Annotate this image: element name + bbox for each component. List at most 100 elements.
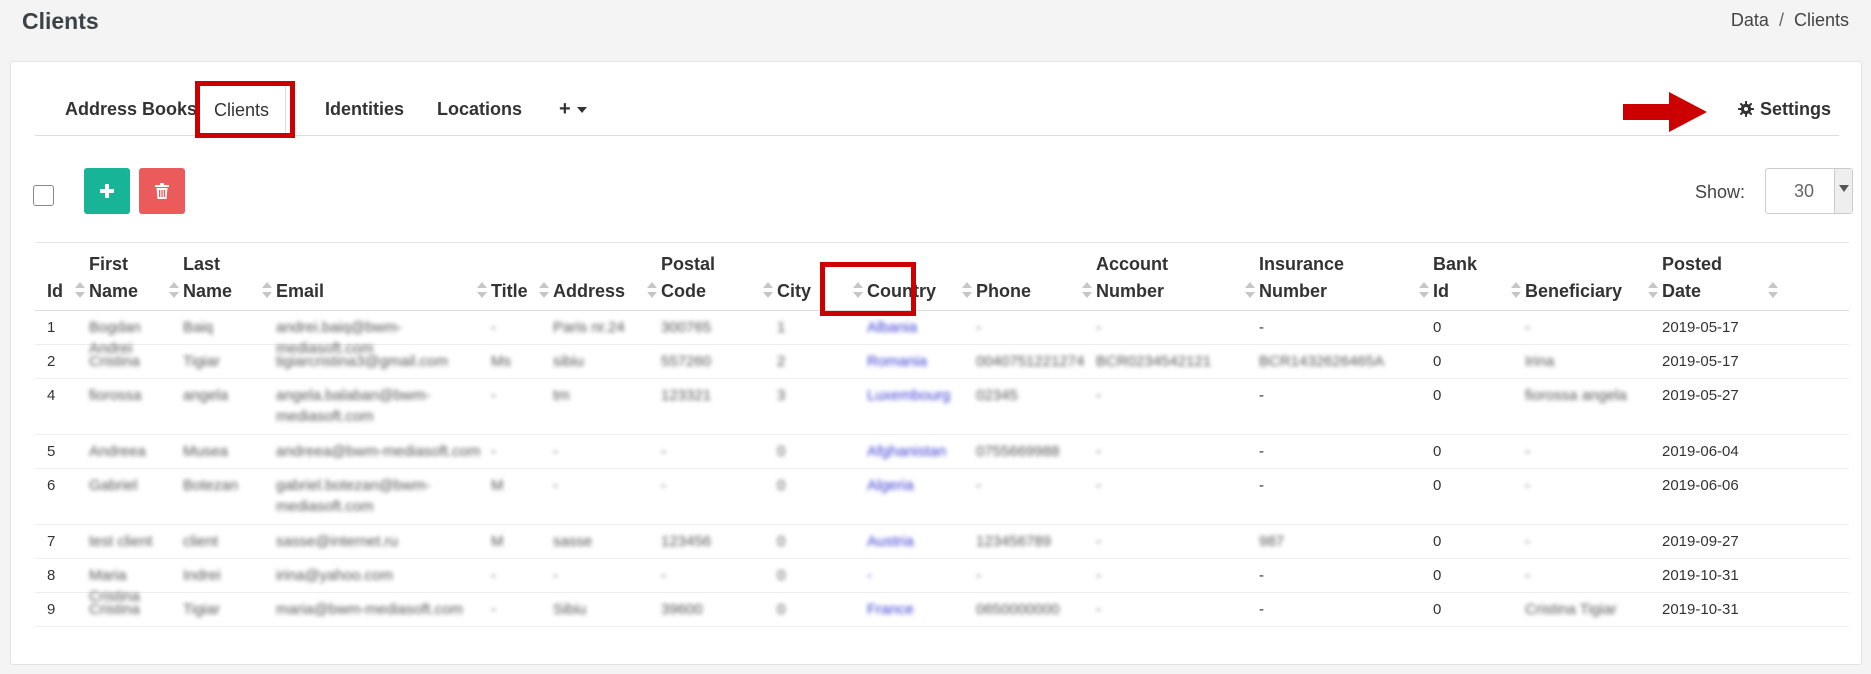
cell-country[interactable]: France [867, 599, 968, 620]
sort-icon [1419, 282, 1429, 298]
cell-beneficiary: - [1525, 533, 1530, 550]
column-header-country[interactable]: Country [867, 253, 976, 309]
cell-email: irina@yahoo.com [276, 567, 393, 584]
column-header-label: Id [47, 281, 63, 301]
caret-down-icon [576, 106, 587, 113]
column-header-label: Country [867, 281, 936, 301]
column-header-posted-date[interactable]: Posted Date [1662, 253, 1782, 309]
table-row[interactable]: 7 test client client sasse@internet.ru Msass… [35, 525, 1849, 559]
cell-account-number: - [1096, 319, 1101, 336]
table-row[interactable]: 8 Maria Cristina Indrei irina@yahoo.com - - -0… [35, 559, 1849, 605]
tab-add-dropdown[interactable]: + [543, 82, 603, 136]
column-header-label: Account Number [1096, 254, 1168, 301]
cell-account-number: - [1096, 601, 1101, 618]
cell-postal-code: - [661, 477, 666, 494]
column-header-email[interactable]: Email [276, 253, 491, 309]
cell-bank-id: 0 [1433, 533, 1442, 550]
table-row[interactable]: 6 Gabriel Botezan gabriel.botezan@bwm-media… [35, 469, 1849, 525]
add-client-button[interactable] [84, 168, 130, 214]
column-header-id[interactable]: Id [47, 253, 89, 309]
column-header-label: Phone [976, 281, 1032, 301]
cell-account-number: - [1096, 567, 1101, 584]
select-all-checkbox[interactable] [33, 185, 54, 206]
column-header-title[interactable]: Title [491, 253, 553, 309]
cell-insurance-number: - [1259, 319, 1264, 336]
cell-country[interactable]: Afghanistan [867, 441, 968, 462]
cell-email: gabriel.botezan@bwm-mediasoft.com [276, 477, 431, 515]
table-row[interactable]: 9 Cristina Tigiar maria@bwm-mediasoft.com - S… [35, 593, 1849, 627]
cell-country[interactable]: Austria [867, 531, 968, 552]
cell-first-name: Cristina [89, 353, 140, 370]
cell-country[interactable]: - [867, 565, 968, 586]
breadcrumb-separator: / [1778, 10, 1784, 30]
cell-beneficiary: fiorossa angela [1525, 387, 1627, 404]
cell-id: 6 [47, 477, 56, 494]
cell-first-name: test client [89, 533, 153, 550]
content-card: Address Books Clients Identities Locatio… [10, 61, 1862, 665]
sort-icon [75, 282, 85, 298]
cell-country[interactable]: Algeria [867, 475, 968, 496]
cell-postal-code: 39600 [661, 601, 703, 618]
column-header-label: City [777, 281, 812, 301]
cell-city: 0 [777, 477, 786, 494]
cell-last-name: Baiq [183, 319, 214, 336]
cell-city: 0 [777, 567, 786, 584]
sort-icon [539, 282, 549, 298]
cell-bank-id: 0 [1433, 319, 1442, 336]
column-header-bank-id[interactable]: Bank Id [1433, 253, 1525, 309]
column-header-first-name[interactable]: First Name [89, 253, 183, 309]
cell-account-number: - [1096, 443, 1101, 460]
cell-insurance-number: - [1259, 477, 1264, 494]
tab-identities[interactable]: Identities [309, 82, 420, 136]
column-header-address[interactable]: Address [553, 253, 661, 309]
cell-country[interactable]: Albania [867, 317, 968, 338]
cell-title: Ms [491, 353, 511, 370]
cell-phone: 0650000000 [976, 601, 1060, 618]
cell-title: - [491, 319, 496, 336]
cell-id: 1 [47, 319, 56, 336]
column-header-beneficiary[interactable]: Beneficiary [1525, 253, 1662, 309]
cell-address: sasse [553, 533, 593, 550]
tab-address-books[interactable]: Address Books [49, 82, 213, 136]
cell-country[interactable]: Luxembourg [867, 385, 968, 406]
cell-title: - [491, 601, 496, 618]
breadcrumb-item-clients: Clients [1793, 10, 1849, 30]
column-header-last-name[interactable]: Last Name [183, 253, 276, 309]
cell-beneficiary: - [1525, 567, 1530, 584]
page-size-select[interactable]: 30 [1765, 168, 1853, 214]
tab-locations[interactable]: Locations [421, 82, 538, 136]
cell-id: 2 [47, 353, 56, 370]
table-row[interactable]: 2 Cristina Tigiar tigiarcristina3@gmail.com… [35, 345, 1849, 379]
column-header-label: Email [276, 281, 325, 301]
table-row[interactable]: 1 Bogdan Andrei Baiq andrei.baiq@bwm-medias… [35, 311, 1849, 357]
settings-label: Settings [1759, 99, 1831, 119]
column-header-city[interactable]: City [777, 253, 867, 309]
column-header-label: Last Name [183, 254, 233, 301]
sort-icon [853, 282, 863, 298]
column-header-phone[interactable]: Phone [976, 253, 1096, 309]
cell-account-number: - [1096, 533, 1101, 550]
table-row[interactable]: 5 Andreea Musea andreea@bwm-mediasoft.com - -… [35, 435, 1849, 469]
delete-button[interactable] [139, 168, 185, 214]
cell-phone: 02345 [976, 387, 1018, 404]
settings-button[interactable]: Settings [1737, 82, 1831, 136]
cell-posted-date: 2019-10-31 [1662, 601, 1739, 618]
cell-account-number: - [1096, 477, 1101, 494]
cell-bank-id: 0 [1433, 477, 1442, 494]
cell-last-name: Indrei [183, 567, 221, 584]
cell-first-name: Andreea [89, 443, 146, 460]
tab-clients[interactable]: Clients [197, 82, 287, 136]
cell-city: 2 [777, 353, 786, 370]
breadcrumb-item-data[interactable]: Data [1731, 10, 1769, 30]
cell-last-name: Musea [183, 443, 229, 460]
cell-id: 7 [47, 533, 56, 550]
column-header-insurance-number[interactable]: Insurance Number [1259, 253, 1433, 309]
cell-country[interactable]: Romania [867, 351, 968, 372]
column-header-postal-code[interactable]: Postal Code [661, 253, 777, 309]
column-header-account-number[interactable]: Account Number [1096, 253, 1259, 309]
cell-id: 4 [47, 387, 56, 404]
cell-bank-id: 0 [1433, 443, 1442, 460]
annotation-arrow-icon [1623, 92, 1709, 137]
column-header-label: Title [491, 281, 528, 301]
table-row[interactable]: 4 fiorossa angela angela.balaban@bwm-medias… [35, 379, 1849, 435]
